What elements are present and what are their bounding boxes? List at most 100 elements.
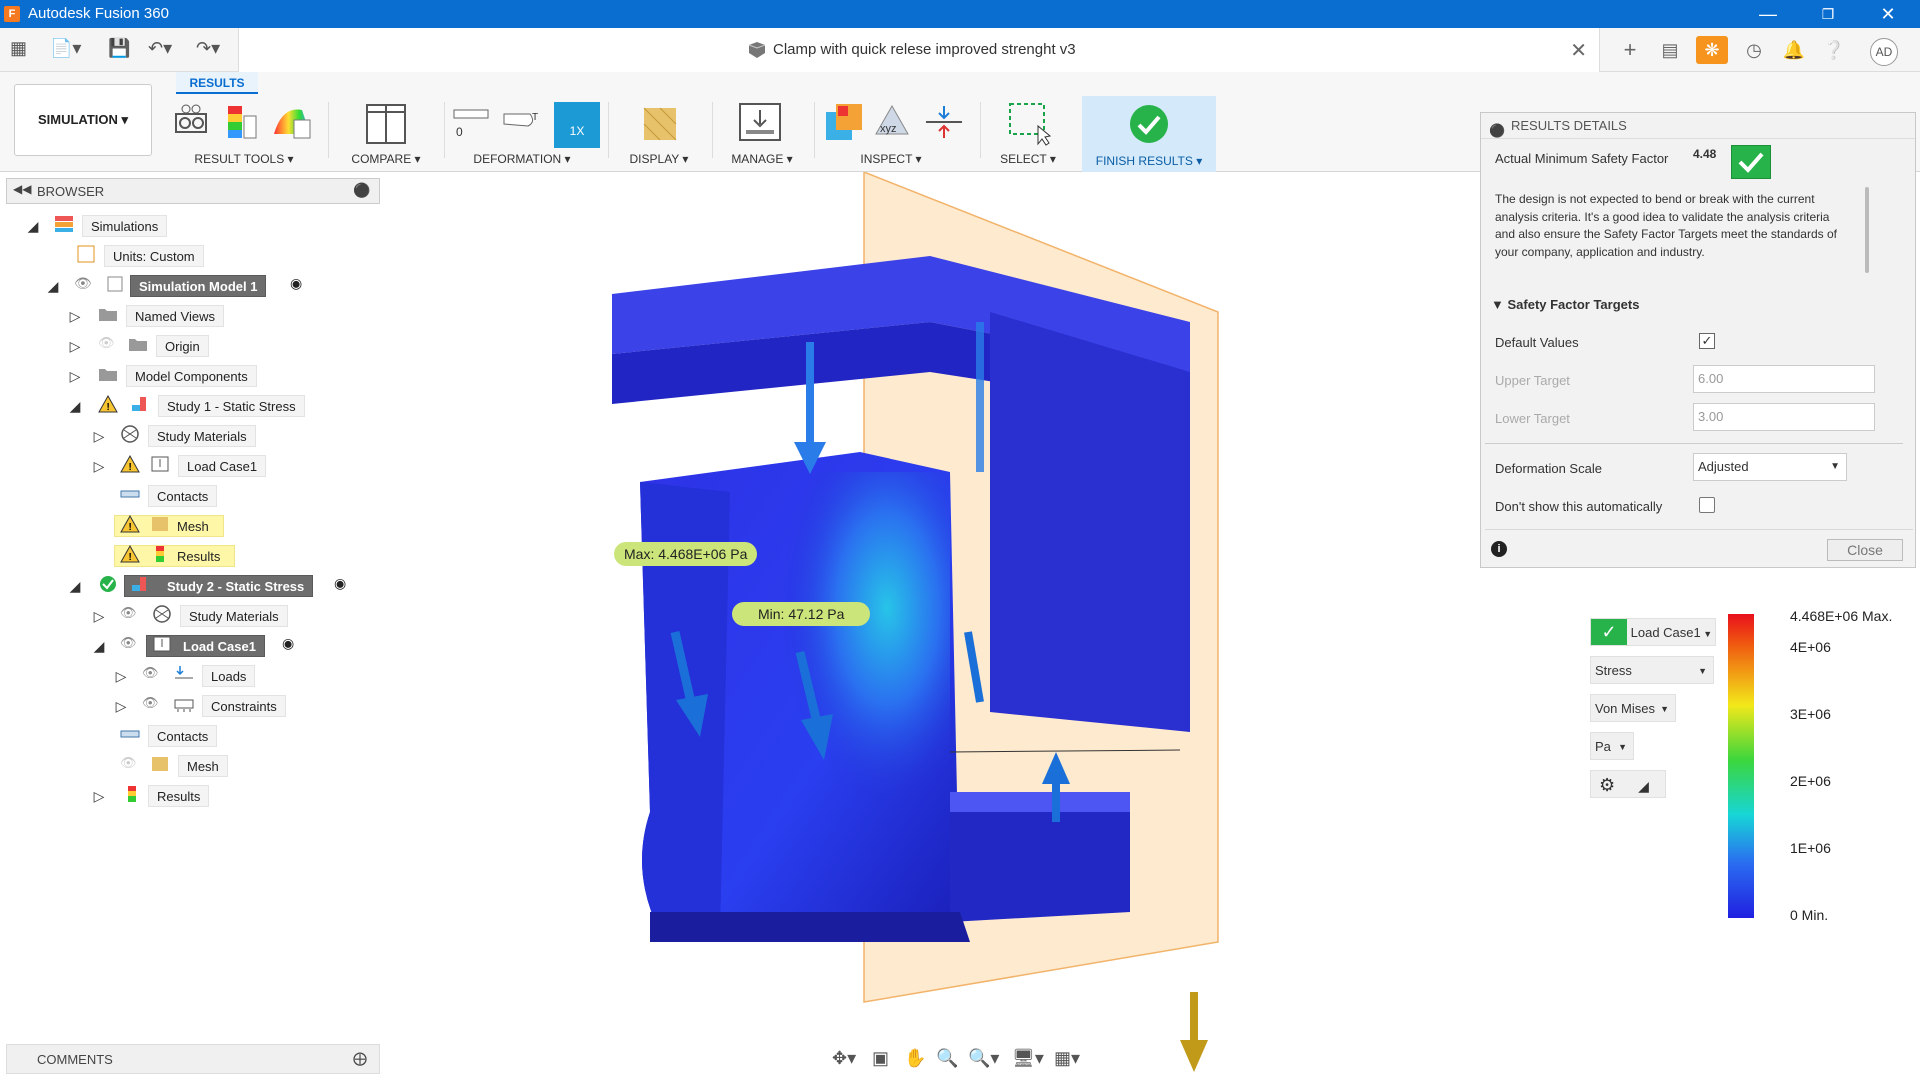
no-deformation-icon[interactable]: 0	[452, 108, 492, 143]
message-scrollbar[interactable]	[1865, 187, 1869, 273]
tree-item-study-1[interactable]: Study 1 - Static Stress	[158, 395, 305, 417]
probe-result-icon[interactable]	[226, 104, 258, 145]
extensions-icon[interactable]: ❋	[1696, 36, 1728, 64]
manage-group[interactable]: MANAGE ▾	[716, 94, 808, 172]
collapse-triangle-icon[interactable]: ◢	[66, 575, 84, 597]
collapse-triangle-icon[interactable]: ◢	[90, 635, 108, 657]
comments-panel[interactable]: COMMENTS ⨁	[6, 1044, 380, 1074]
new-tab-plus-icon[interactable]: +	[1614, 36, 1646, 64]
tree-item-study-materials[interactable]: Study Materials	[148, 425, 256, 447]
compare-split-icon[interactable]	[366, 104, 406, 149]
legend-resize-icon[interactable]: ◢	[1638, 778, 1649, 794]
measure-xyz-icon[interactable]: xyz	[872, 100, 912, 145]
user-avatar[interactable]: AD	[1870, 38, 1898, 66]
safety-targets-header[interactable]: ▼ Safety Factor Targets	[1491, 297, 1639, 312]
activate-radio-icon[interactable]: ◉	[290, 275, 310, 293]
file-menu-icon[interactable]: 📄▾	[50, 38, 81, 59]
result-tools-group[interactable]: RESULT TOOLS ▾	[168, 94, 320, 172]
workspace-switcher[interactable]: SIMULATION ▾	[14, 84, 152, 156]
browser-header[interactable]: ◀◀ BROWSER ⚫	[6, 178, 380, 204]
eye-visibility-icon[interactable]: 👁	[120, 605, 140, 623]
eye-visibility-icon[interactable]: 👁	[120, 635, 140, 653]
expand-triangle-icon[interactable]: ▷	[66, 335, 84, 357]
tree-item-units[interactable]: Units: Custom	[104, 245, 204, 267]
lower-target-field[interactable]: 3.00	[1693, 403, 1875, 431]
zoom-window-icon[interactable]: 🔍▾	[968, 1048, 999, 1069]
adjusted-deformation-icon[interactable]: T	[502, 108, 542, 137]
results-comparison-icon[interactable]	[824, 102, 864, 147]
eye-visibility-icon[interactable]: 👁	[142, 695, 162, 713]
collapse-panel-icon[interactable]: ⚫	[1489, 118, 1505, 144]
deformation-scale-select[interactable]: Adjusted ▼	[1693, 453, 1847, 481]
manage-studies-icon[interactable]	[738, 102, 782, 147]
comments-icon[interactable]: ▤	[1654, 36, 1686, 64]
restore-button[interactable]: ❐	[1800, 0, 1856, 28]
close-button[interactable]: Close	[1827, 539, 1903, 561]
eye-visibility-icon[interactable]: 👁	[74, 275, 94, 293]
default-values-checkbox[interactable]: ✓	[1699, 333, 1715, 349]
help-icon[interactable]: ❔	[1818, 36, 1850, 64]
component-select[interactable]: Von Mises ▼	[1590, 694, 1676, 722]
tree-item-named-views[interactable]: Named Views	[126, 305, 224, 327]
collapse-triangle-icon[interactable]: ◢	[66, 395, 84, 417]
expand-triangle-icon[interactable]: ▷	[66, 365, 84, 387]
expand-triangle-icon[interactable]: ▷	[90, 425, 108, 447]
select-group[interactable]: SELECT ▾	[988, 94, 1068, 172]
animate-icon[interactable]	[174, 104, 210, 141]
activate-radio-icon[interactable]: ◉	[334, 575, 354, 593]
collapse-browser-icon[interactable]: ◀◀	[13, 182, 31, 196]
load-case-select[interactable]: ✓ Load Case1 ▼	[1590, 618, 1716, 646]
tree-item-study-materials[interactable]: Study Materials	[180, 605, 288, 627]
tree-item-load-case[interactable]: Load Case1	[178, 455, 267, 477]
document-tab[interactable]: Clamp with quick relese improved strengh…	[238, 28, 1600, 72]
results-details-header[interactable]: ⚫ RESULTS DETAILS	[1481, 113, 1915, 139]
eye-hidden-icon[interactable]: 👁	[120, 755, 140, 773]
close-window-button[interactable]: ✕	[1860, 0, 1916, 28]
collapse-triangle-icon[interactable]: ◢	[44, 275, 62, 297]
tree-item-simulation-model[interactable]: Simulation Model 1	[130, 275, 267, 297]
surface-probes-icon[interactable]	[272, 104, 312, 145]
tree-item-model-components[interactable]: Model Components	[126, 365, 257, 387]
actual-deformation-1x-button[interactable]: 1X	[554, 102, 600, 148]
zoom-icon[interactable]: 🔍	[936, 1048, 958, 1069]
expand-triangle-icon[interactable]: ▷	[112, 665, 130, 687]
eye-hidden-icon[interactable]: 👁	[98, 335, 118, 353]
expand-triangle-icon[interactable]: ▷	[90, 605, 108, 627]
orbit-move-icon[interactable]: ✥▾	[832, 1048, 856, 1069]
unit-select[interactable]: Pa ▼	[1590, 732, 1634, 760]
display-group[interactable]: DISPLAY ▾	[614, 94, 704, 172]
upper-target-field[interactable]: 6.00	[1693, 365, 1875, 393]
expand-triangle-icon[interactable]: ▷	[112, 695, 130, 717]
result-type-select[interactable]: Stress ▼	[1590, 656, 1714, 684]
browser-minimize-icon[interactable]: ⚫	[353, 182, 370, 199]
tree-item-study-2[interactable]: Study 2 - Static Stress	[124, 575, 314, 597]
expand-triangle-icon[interactable]: ▷	[90, 455, 108, 477]
tree-item-results[interactable]: Results	[148, 785, 210, 807]
minimize-button[interactable]: —	[1740, 0, 1796, 28]
tree-item-loads[interactable]: Loads	[202, 665, 256, 687]
tree-item-contacts[interactable]: Contacts	[148, 485, 218, 507]
notifications-bell-icon[interactable]: 🔔	[1778, 36, 1810, 64]
tree-item-constraints[interactable]: Constraints	[202, 695, 286, 717]
tab-results[interactable]: RESULTS	[176, 72, 258, 94]
dont-show-checkbox[interactable]	[1699, 497, 1715, 513]
collapse-triangle-icon[interactable]: ◢	[24, 215, 42, 237]
section-analysis-icon[interactable]	[924, 104, 964, 145]
display-mesh-icon[interactable]	[642, 106, 678, 147]
tree-item-origin[interactable]: Origin	[156, 335, 209, 357]
grid-settings-icon[interactable]: ▦▾	[1054, 1048, 1080, 1069]
activate-radio-icon[interactable]: ◉	[282, 635, 302, 653]
tree-item-mesh[interactable]: Mesh	[178, 755, 228, 777]
redo-icon[interactable]: ↷▾	[196, 38, 220, 59]
expand-triangle-icon[interactable]: ▷	[90, 785, 108, 807]
display-settings-icon[interactable]: 🖥▾	[1012, 1048, 1044, 1069]
undo-icon[interactable]: ↶▾	[148, 38, 172, 59]
eye-visibility-icon[interactable]: 👁	[142, 665, 162, 683]
deformation-group[interactable]: 0 T 1X DEFORMATION ▾	[446, 94, 600, 172]
finish-results-button[interactable]: FINISH RESULTS ▾	[1082, 96, 1216, 172]
save-icon[interactable]: 💾	[108, 38, 130, 59]
expand-triangle-icon[interactable]: ▷	[66, 305, 84, 327]
job-status-icon[interactable]: ◷	[1738, 36, 1770, 64]
data-panel-grid-icon[interactable]: ▦	[10, 38, 27, 59]
legend-settings-gear-icon[interactable]: ⚙	[1599, 775, 1615, 795]
